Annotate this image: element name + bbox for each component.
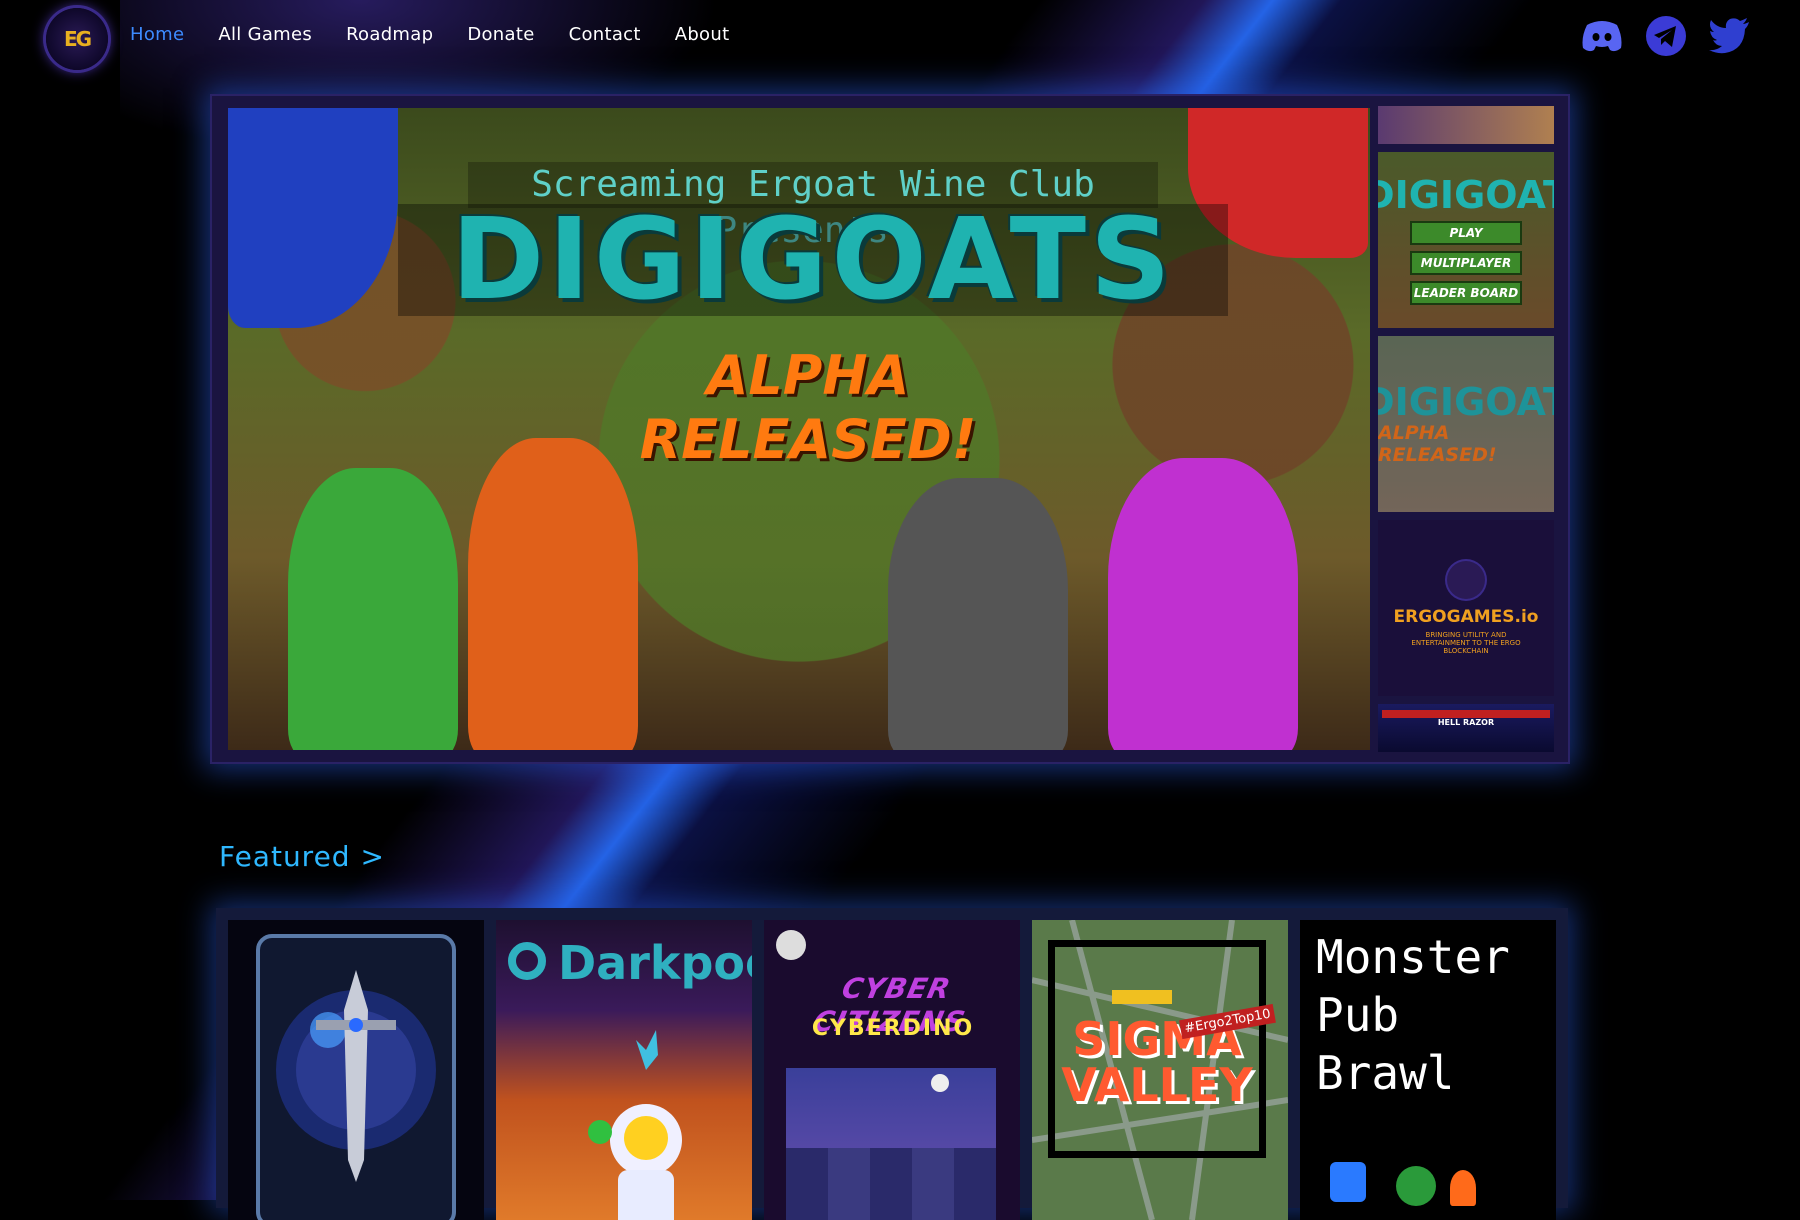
game-card-darkpool[interactable]: Darkpool — [496, 920, 752, 1220]
hero-title: DIGIGOATS — [398, 204, 1228, 316]
logo-text: EG — [63, 27, 92, 51]
nav-link-home[interactable]: Home — [130, 24, 184, 45]
thumbnail-4[interactable]: ERGOGAMES.io BRINGING UTILITY AND ENTERT… — [1378, 520, 1554, 696]
thumbnail-3-title: DIGIGOAT — [1378, 380, 1554, 424]
hero-carousel: Screaming Ergoat Wine Club Presents: DIG… — [210, 94, 1570, 764]
skull-icon — [776, 930, 806, 960]
thumbnail-4-tagline: BRINGING UTILITY AND ENTERTAINMENT TO TH… — [1411, 631, 1521, 655]
discord-icon[interactable] — [1580, 14, 1624, 58]
thumbnail-1[interactable] — [1378, 106, 1554, 144]
thumbnail-2[interactable]: DIGIGOAT PLAY MULTIPLAYER LEADER BOARD — [1378, 152, 1554, 328]
featured-heading[interactable]: Featured > — [219, 840, 385, 873]
thumbnail-3-subtitle: ALPHA RELEASED! — [1378, 422, 1497, 466]
hero-goat-grey — [888, 478, 1068, 750]
game-card-sword[interactable] — [228, 920, 484, 1220]
thumbnail-2-play: PLAY — [1410, 221, 1522, 245]
social-links — [1580, 14, 1752, 58]
nav-link-donate[interactable]: Donate — [467, 24, 534, 45]
monster-title-line3: Brawl — [1316, 1046, 1455, 1100]
monster-sprite-green — [1396, 1166, 1436, 1206]
thumbnail-2-leaderboard: LEADER BOARD — [1410, 281, 1522, 305]
nav-link-roadmap[interactable]: Roadmap — [346, 24, 433, 45]
monster-sprite-blue — [1330, 1162, 1366, 1202]
sword-card-art — [256, 934, 456, 1220]
cyberdino-screenshot — [786, 1068, 996, 1220]
thumbnail-2-multiplayer: MULTIPLAYER — [1410, 251, 1522, 275]
thumbnail-3[interactable]: DIGIGOAT ALPHA RELEASED! — [1378, 336, 1554, 512]
hero-goat-purple — [1108, 458, 1298, 750]
thumbnail-5-healthbar — [1382, 710, 1550, 718]
game-card-sigma-valley[interactable]: SIGMA VALLEY #Ergo2Top10 — [1032, 920, 1288, 1220]
thumbnail-2-title: DIGIGOAT — [1378, 173, 1554, 217]
hero-goat-orange — [468, 438, 638, 750]
nav-links: Home All Games Roadmap Donate Contact Ab… — [130, 24, 763, 45]
monster-pub-brawl-title: Monster Pub Brawl — [1316, 928, 1510, 1102]
game-card-monster-pub-brawl[interactable]: Monster Pub Brawl — [1300, 920, 1556, 1220]
thumbnail-4-brand: ERGOGAMES.io — [1393, 607, 1539, 627]
hero-thumbnail-strip: DIGIGOAT PLAY MULTIPLAYER LEADER BOARD D… — [1378, 106, 1554, 752]
thumbnail-5-hud: HELL RAZOR — [1437, 718, 1495, 727]
monster-title-line1: Monster — [1316, 930, 1510, 984]
astronaut-art — [588, 1030, 682, 1220]
hero-main-slide[interactable]: Screaming Ergoat Wine Club Presents: DIG… — [228, 108, 1370, 750]
top-nav: EG Home All Games Roadmap Donate Contact… — [0, 0, 1800, 78]
telegram-icon[interactable] — [1644, 14, 1688, 58]
twitter-icon[interactable] — [1708, 14, 1752, 58]
nav-link-contact[interactable]: Contact — [569, 24, 641, 45]
nav-link-about[interactable]: About — [675, 24, 730, 45]
cyberdino-title: CYBERDINO — [811, 1016, 975, 1041]
hero-goat-green — [288, 468, 458, 750]
hero-subtitle: ALPHA RELEASED! — [639, 344, 977, 471]
nav-link-all-games[interactable]: All Games — [218, 24, 312, 45]
monster-sprite-fire — [1450, 1170, 1476, 1206]
sigma-title-line2: VALLEY — [1061, 1058, 1253, 1112]
monster-title-line2: Pub — [1316, 988, 1400, 1042]
thumbnail-4-logo — [1447, 561, 1485, 599]
site-logo[interactable]: EG — [46, 8, 108, 70]
game-card-cyberdino[interactable]: CYBER CITIZENS CYBERDINO — [764, 920, 1020, 1220]
thumbnail-5[interactable]: HELL RAZOR — [1378, 704, 1554, 752]
featured-games-row: Darkpool CYBER CITIZENS CYBERDINO SIGMA … — [216, 908, 1568, 1220]
